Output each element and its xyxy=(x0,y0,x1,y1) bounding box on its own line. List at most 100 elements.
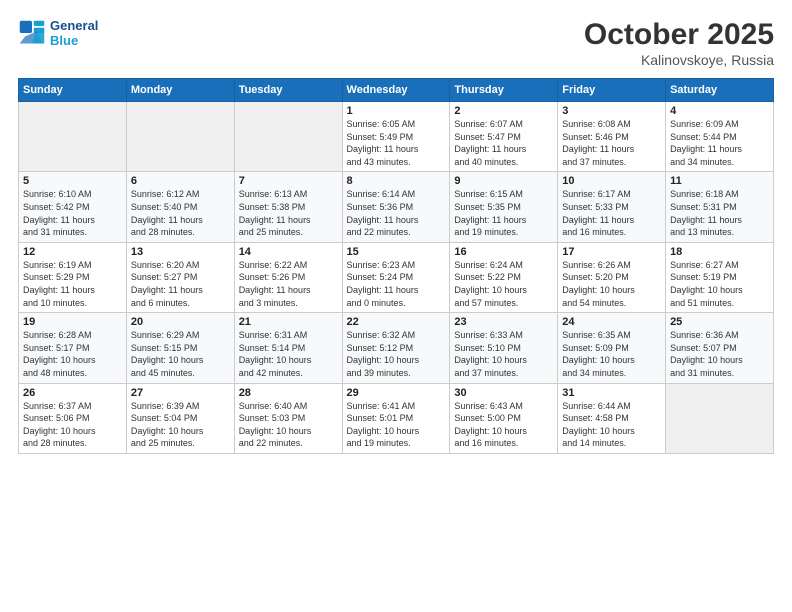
calendar-cell: 22Sunrise: 6:32 AM Sunset: 5:12 PM Dayli… xyxy=(342,313,450,383)
day-number: 17 xyxy=(562,246,661,258)
calendar-cell: 21Sunrise: 6:31 AM Sunset: 5:14 PM Dayli… xyxy=(234,313,342,383)
day-info: Sunrise: 6:18 AM Sunset: 5:31 PM Dayligh… xyxy=(670,188,769,238)
day-number: 21 xyxy=(239,316,338,328)
day-info: Sunrise: 6:33 AM Sunset: 5:10 PM Dayligh… xyxy=(454,329,553,379)
calendar-cell: 13Sunrise: 6:20 AM Sunset: 5:27 PM Dayli… xyxy=(126,242,234,312)
day-info: Sunrise: 6:09 AM Sunset: 5:44 PM Dayligh… xyxy=(670,118,769,168)
weekday-header-row: SundayMondayTuesdayWednesdayThursdayFrid… xyxy=(19,79,774,102)
calendar-cell: 4Sunrise: 6:09 AM Sunset: 5:44 PM Daylig… xyxy=(666,102,774,172)
calendar-cell: 14Sunrise: 6:22 AM Sunset: 5:26 PM Dayli… xyxy=(234,242,342,312)
calendar-cell: 20Sunrise: 6:29 AM Sunset: 5:15 PM Dayli… xyxy=(126,313,234,383)
weekday-header-friday: Friday xyxy=(558,79,666,102)
calendar-cell: 12Sunrise: 6:19 AM Sunset: 5:29 PM Dayli… xyxy=(19,242,127,312)
day-info: Sunrise: 6:19 AM Sunset: 5:29 PM Dayligh… xyxy=(23,259,122,309)
day-info: Sunrise: 6:28 AM Sunset: 5:17 PM Dayligh… xyxy=(23,329,122,379)
day-number: 1 xyxy=(347,105,446,117)
calendar-page: General Blue October 2025 Kalinovskoye, … xyxy=(0,0,792,612)
day-info: Sunrise: 6:07 AM Sunset: 5:47 PM Dayligh… xyxy=(454,118,553,168)
calendar-cell: 25Sunrise: 6:36 AM Sunset: 5:07 PM Dayli… xyxy=(666,313,774,383)
calendar-cell: 10Sunrise: 6:17 AM Sunset: 5:33 PM Dayli… xyxy=(558,172,666,242)
day-number: 16 xyxy=(454,246,553,258)
day-number: 7 xyxy=(239,175,338,187)
calendar-cell xyxy=(19,102,127,172)
day-number: 24 xyxy=(562,316,661,328)
day-info: Sunrise: 6:20 AM Sunset: 5:27 PM Dayligh… xyxy=(131,259,230,309)
day-number: 10 xyxy=(562,175,661,187)
day-info: Sunrise: 6:14 AM Sunset: 5:36 PM Dayligh… xyxy=(347,188,446,238)
calendar-cell: 3Sunrise: 6:08 AM Sunset: 5:46 PM Daylig… xyxy=(558,102,666,172)
day-info: Sunrise: 6:12 AM Sunset: 5:40 PM Dayligh… xyxy=(131,188,230,238)
day-info: Sunrise: 6:10 AM Sunset: 5:42 PM Dayligh… xyxy=(23,188,122,238)
weekday-header-sunday: Sunday xyxy=(19,79,127,102)
day-info: Sunrise: 6:17 AM Sunset: 5:33 PM Dayligh… xyxy=(562,188,661,238)
calendar-cell: 9Sunrise: 6:15 AM Sunset: 5:35 PM Daylig… xyxy=(450,172,558,242)
day-number: 22 xyxy=(347,316,446,328)
calendar-cell: 5Sunrise: 6:10 AM Sunset: 5:42 PM Daylig… xyxy=(19,172,127,242)
day-number: 26 xyxy=(23,387,122,399)
calendar-cell: 1Sunrise: 6:05 AM Sunset: 5:49 PM Daylig… xyxy=(342,102,450,172)
day-number: 15 xyxy=(347,246,446,258)
day-number: 11 xyxy=(670,175,769,187)
calendar-cell xyxy=(666,383,774,453)
calendar-cell: 24Sunrise: 6:35 AM Sunset: 5:09 PM Dayli… xyxy=(558,313,666,383)
logo-text: General Blue xyxy=(50,18,98,48)
day-info: Sunrise: 6:29 AM Sunset: 5:15 PM Dayligh… xyxy=(131,329,230,379)
logo: General Blue xyxy=(18,18,98,48)
day-info: Sunrise: 6:23 AM Sunset: 5:24 PM Dayligh… xyxy=(347,259,446,309)
day-number: 14 xyxy=(239,246,338,258)
day-info: Sunrise: 6:31 AM Sunset: 5:14 PM Dayligh… xyxy=(239,329,338,379)
calendar-cell: 7Sunrise: 6:13 AM Sunset: 5:38 PM Daylig… xyxy=(234,172,342,242)
day-info: Sunrise: 6:26 AM Sunset: 5:20 PM Dayligh… xyxy=(562,259,661,309)
day-number: 19 xyxy=(23,316,122,328)
day-info: Sunrise: 6:43 AM Sunset: 5:00 PM Dayligh… xyxy=(454,400,553,450)
day-number: 8 xyxy=(347,175,446,187)
day-info: Sunrise: 6:05 AM Sunset: 5:49 PM Dayligh… xyxy=(347,118,446,168)
day-number: 25 xyxy=(670,316,769,328)
calendar-cell: 6Sunrise: 6:12 AM Sunset: 5:40 PM Daylig… xyxy=(126,172,234,242)
day-number: 9 xyxy=(454,175,553,187)
day-info: Sunrise: 6:36 AM Sunset: 5:07 PM Dayligh… xyxy=(670,329,769,379)
day-number: 5 xyxy=(23,175,122,187)
calendar-cell: 31Sunrise: 6:44 AM Sunset: 4:58 PM Dayli… xyxy=(558,383,666,453)
calendar-cell: 17Sunrise: 6:26 AM Sunset: 5:20 PM Dayli… xyxy=(558,242,666,312)
day-info: Sunrise: 6:08 AM Sunset: 5:46 PM Dayligh… xyxy=(562,118,661,168)
calendar-cell: 27Sunrise: 6:39 AM Sunset: 5:04 PM Dayli… xyxy=(126,383,234,453)
day-info: Sunrise: 6:32 AM Sunset: 5:12 PM Dayligh… xyxy=(347,329,446,379)
day-number: 2 xyxy=(454,105,553,117)
day-number: 13 xyxy=(131,246,230,258)
calendar-cell: 30Sunrise: 6:43 AM Sunset: 5:00 PM Dayli… xyxy=(450,383,558,453)
weekday-header-saturday: Saturday xyxy=(666,79,774,102)
weekday-header-tuesday: Tuesday xyxy=(234,79,342,102)
day-number: 31 xyxy=(562,387,661,399)
calendar-cell: 16Sunrise: 6:24 AM Sunset: 5:22 PM Dayli… xyxy=(450,242,558,312)
calendar-cell xyxy=(126,102,234,172)
day-info: Sunrise: 6:35 AM Sunset: 5:09 PM Dayligh… xyxy=(562,329,661,379)
day-number: 6 xyxy=(131,175,230,187)
weekday-header-thursday: Thursday xyxy=(450,79,558,102)
calendar-cell: 18Sunrise: 6:27 AM Sunset: 5:19 PM Dayli… xyxy=(666,242,774,312)
day-number: 4 xyxy=(670,105,769,117)
weekday-header-monday: Monday xyxy=(126,79,234,102)
weekday-header-wednesday: Wednesday xyxy=(342,79,450,102)
calendar-week-row: 1Sunrise: 6:05 AM Sunset: 5:49 PM Daylig… xyxy=(19,102,774,172)
calendar-cell: 19Sunrise: 6:28 AM Sunset: 5:17 PM Dayli… xyxy=(19,313,127,383)
day-number: 12 xyxy=(23,246,122,258)
day-info: Sunrise: 6:22 AM Sunset: 5:26 PM Dayligh… xyxy=(239,259,338,309)
day-number: 18 xyxy=(670,246,769,258)
day-info: Sunrise: 6:41 AM Sunset: 5:01 PM Dayligh… xyxy=(347,400,446,450)
calendar-cell: 23Sunrise: 6:33 AM Sunset: 5:10 PM Dayli… xyxy=(450,313,558,383)
day-info: Sunrise: 6:37 AM Sunset: 5:06 PM Dayligh… xyxy=(23,400,122,450)
location-title: Kalinovskoye, Russia xyxy=(584,52,774,68)
calendar-cell: 26Sunrise: 6:37 AM Sunset: 5:06 PM Dayli… xyxy=(19,383,127,453)
calendar-cell: 11Sunrise: 6:18 AM Sunset: 5:31 PM Dayli… xyxy=(666,172,774,242)
day-number: 30 xyxy=(454,387,553,399)
day-info: Sunrise: 6:15 AM Sunset: 5:35 PM Dayligh… xyxy=(454,188,553,238)
calendar-week-row: 5Sunrise: 6:10 AM Sunset: 5:42 PM Daylig… xyxy=(19,172,774,242)
calendar-cell: 15Sunrise: 6:23 AM Sunset: 5:24 PM Dayli… xyxy=(342,242,450,312)
day-number: 3 xyxy=(562,105,661,117)
month-title: October 2025 xyxy=(584,18,774,52)
calendar-week-row: 26Sunrise: 6:37 AM Sunset: 5:06 PM Dayli… xyxy=(19,383,774,453)
calendar-week-row: 19Sunrise: 6:28 AM Sunset: 5:17 PM Dayli… xyxy=(19,313,774,383)
day-info: Sunrise: 6:27 AM Sunset: 5:19 PM Dayligh… xyxy=(670,259,769,309)
day-info: Sunrise: 6:40 AM Sunset: 5:03 PM Dayligh… xyxy=(239,400,338,450)
